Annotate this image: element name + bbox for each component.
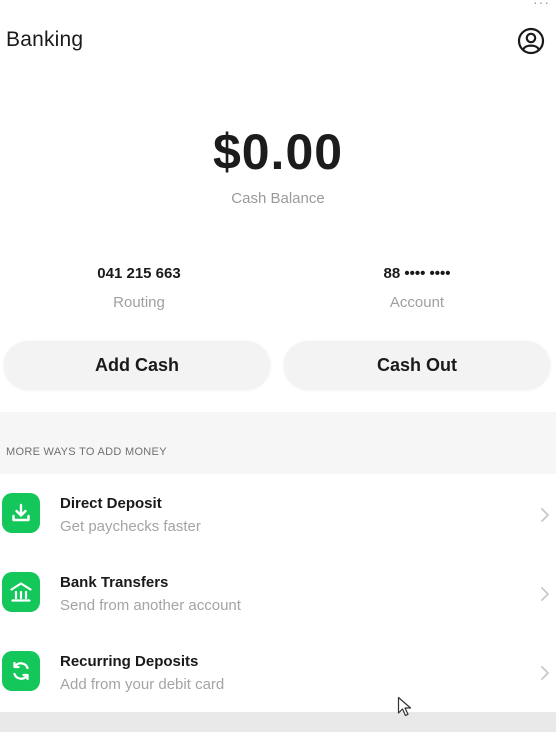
profile-circle-icon [517,27,545,55]
more-ways-section-header: MORE WAYS TO ADD MONEY [0,412,556,474]
routing-value: 041 215 663 [97,265,181,282]
list-item-recurring-deposits[interactable]: Recurring Deposits Add from your debit c… [0,632,556,711]
balance-amount: $0.00 [212,124,344,180]
chevron-right-icon [541,666,549,680]
chevron-right-icon [541,508,549,522]
account-value: 88 •••• •••• [383,265,451,282]
mouse-cursor-icon [397,696,412,717]
header: ··· Banking [0,0,556,84]
recurring-arrows-icon [13,661,29,681]
more-ways-heading: MORE WAYS TO ADD MONEY [6,446,167,458]
recurring-deposits-icon-tile [2,651,40,691]
list-item-title: Recurring Deposits [60,653,199,670]
more-dots-icon: ··· [533,0,550,10]
profile-button[interactable] [516,26,546,56]
list-item-subtitle: Send from another account [60,597,241,614]
banking-screen: ··· Banking $0.00 Cash Balance 041 215 6… [0,0,556,732]
list-item-title: Bank Transfers [60,574,169,591]
add-cash-button[interactable]: Add Cash [4,341,270,389]
direct-deposit-icon-tile [2,493,40,533]
list-item-bank-transfers[interactable]: Bank Transfers Send from another account [0,553,556,632]
chevron-right-icon [541,587,549,601]
bank-transfers-icon-tile [2,572,40,612]
page-title: Banking [6,28,84,51]
add-money-list: Direct Deposit Get paychecks faster Bank… [0,474,556,711]
cash-balance: $0.00 Cash Balance [0,122,556,207]
list-item-subtitle: Add from your debit card [60,676,225,693]
download-tray-icon [12,503,30,522]
bank-icon [10,582,32,602]
list-item-subtitle: Get paychecks faster [60,518,201,535]
account-number[interactable]: 88 •••• •••• Account [278,264,556,311]
bottom-bar [0,712,556,732]
account-label: Account [389,294,445,311]
list-item-direct-deposit[interactable]: Direct Deposit Get paychecks faster [0,474,556,553]
cash-out-button[interactable]: Cash Out [284,341,550,389]
list-item-title: Direct Deposit [60,495,162,512]
routing-label: Routing [113,294,165,311]
routing-number[interactable]: 041 215 663 Routing [0,264,278,311]
balance-label: Cash Balance [231,190,325,207]
